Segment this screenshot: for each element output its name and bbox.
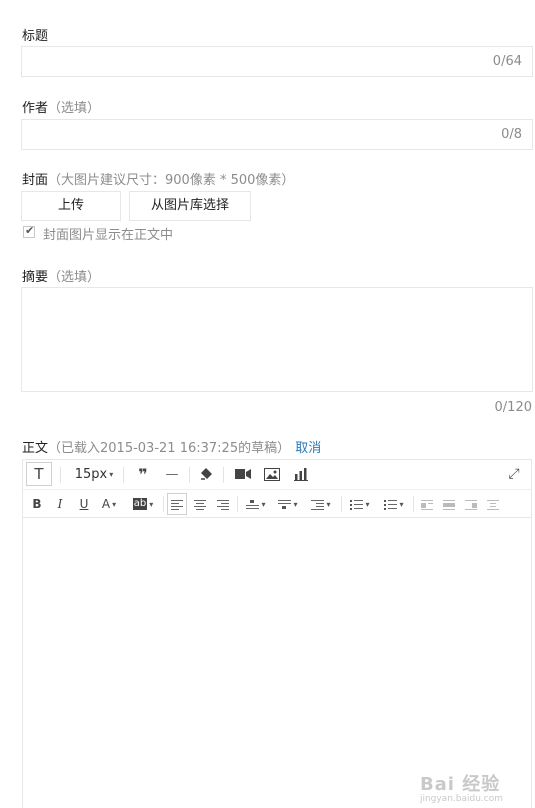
separator (163, 496, 164, 512)
align-right-icon[interactable] (213, 490, 233, 518)
chevron-down-icon: ▾ (112, 499, 117, 509)
unordered-list-icon (384, 499, 398, 510)
chevron-down-icon: ▾ (365, 499, 370, 509)
separator (223, 467, 224, 483)
font-size-value: 15px (74, 466, 108, 482)
separator (123, 467, 124, 483)
cancel-draft-link[interactable]: 取消 (295, 441, 321, 456)
body-label-row: 正文（已载入2015-03-21 16:37:25的草稿） 取消 (22, 437, 321, 456)
image-library-button[interactable]: 从图片库选择 (129, 191, 251, 221)
author-label: 作者 (22, 101, 49, 116)
title-input[interactable]: 0/64 (21, 46, 533, 77)
chevron-down-icon: ▾ (261, 499, 266, 509)
editor-toolbar-row-2: B I U A ▾ ab ▾ ▾ ▾ ▾ ▾ ▾ (22, 489, 532, 517)
separator (413, 496, 414, 512)
author-hint: （选填） (48, 101, 101, 116)
line-height-button[interactable]: ▾ (306, 490, 336, 518)
align-center-icon[interactable] (190, 490, 210, 518)
watermark: Bai 经验 jingyan.baidu.com (420, 770, 503, 804)
editor-toolbar-row-1: T 15px ▾ ❞ — ⤢ (22, 459, 532, 489)
horizontal-rule-icon[interactable]: — (161, 460, 183, 488)
spacing-before-icon (246, 499, 260, 509)
chevron-down-icon: ▾ (399, 499, 404, 509)
chart-icon[interactable] (289, 460, 313, 488)
font-size-select[interactable]: 15px ▾ (69, 460, 119, 488)
cover-label: 封面 (22, 173, 49, 188)
ordered-list-icon (350, 499, 364, 510)
unordered-list-button[interactable]: ▾ (379, 490, 409, 518)
table-insert-icon[interactable] (417, 490, 437, 518)
ordered-list-button[interactable]: ▾ (345, 490, 375, 518)
chevron-down-icon: ▾ (293, 499, 298, 509)
cover-label-row: 封面（大图片建议尺寸：900像素 * 500像素） (22, 169, 294, 188)
title-counter: 0/64 (492, 54, 522, 69)
quote-icon[interactable]: ❞ (133, 460, 153, 488)
clear-format-icon[interactable] (195, 460, 217, 488)
author-input[interactable]: 0/8 (21, 119, 533, 150)
table-row-icon[interactable] (439, 490, 459, 518)
body-label: 正文 (22, 441, 49, 456)
table-column-icon[interactable] (461, 490, 481, 518)
summary-counter: 0/120 (494, 400, 532, 415)
title-label: 标题 (22, 29, 49, 44)
show-cover-checkbox[interactable]: ✔ (23, 224, 35, 238)
summary-label-row: 摘要（选填） (22, 266, 100, 285)
draft-notice: （已载入2015-03-21 16:37:25的草稿） (48, 441, 291, 456)
font-color-icon: A (101, 497, 111, 511)
separator (60, 467, 61, 483)
video-icon[interactable] (231, 460, 255, 488)
italic-icon[interactable]: I (50, 490, 70, 518)
chevron-down-icon: ▾ (109, 469, 114, 479)
separator (341, 496, 342, 512)
show-cover-label: 封面图片显示在正文中 (43, 228, 174, 243)
separator (237, 496, 238, 512)
watermark-brand: Bai 经验 (419, 774, 501, 795)
chevron-down-icon: ▾ (326, 499, 331, 509)
summary-textarea[interactable] (21, 287, 533, 392)
line-height-icon (311, 499, 325, 510)
text-style-icon[interactable]: T (26, 462, 52, 486)
underline-icon[interactable]: U (74, 490, 94, 518)
font-color-button[interactable]: A ▾ (95, 490, 123, 518)
table-delete-icon[interactable] (483, 490, 503, 518)
author-counter: 0/8 (501, 127, 522, 142)
background-color-icon: ab (132, 498, 148, 510)
spacing-after-button[interactable]: ▾ (273, 490, 303, 518)
align-left-icon[interactable] (167, 493, 187, 515)
chevron-down-icon: ▾ (149, 499, 154, 509)
cover-hint: （大图片建议尺寸：900像素 * 500像素） (48, 173, 295, 188)
body-editor[interactable]: Bai 经验 jingyan.baidu.com (22, 517, 532, 808)
bold-icon[interactable]: B (27, 490, 47, 518)
checkmark-icon: ✔ (25, 224, 35, 237)
spacing-after-icon (278, 499, 292, 509)
image-icon[interactable] (260, 460, 284, 488)
fullscreen-icon[interactable]: ⤢ (503, 460, 525, 488)
upload-button[interactable]: 上传 (21, 191, 121, 221)
background-color-button[interactable]: ab ▾ (127, 490, 159, 518)
watermark-url: jingyan.baidu.com (419, 794, 503, 804)
separator (189, 467, 190, 483)
summary-label: 摘要 (22, 270, 49, 285)
summary-hint: （选填） (48, 270, 101, 285)
spacing-before-button[interactable]: ▾ (241, 490, 271, 518)
author-label-row: 作者（选填） (22, 97, 100, 116)
